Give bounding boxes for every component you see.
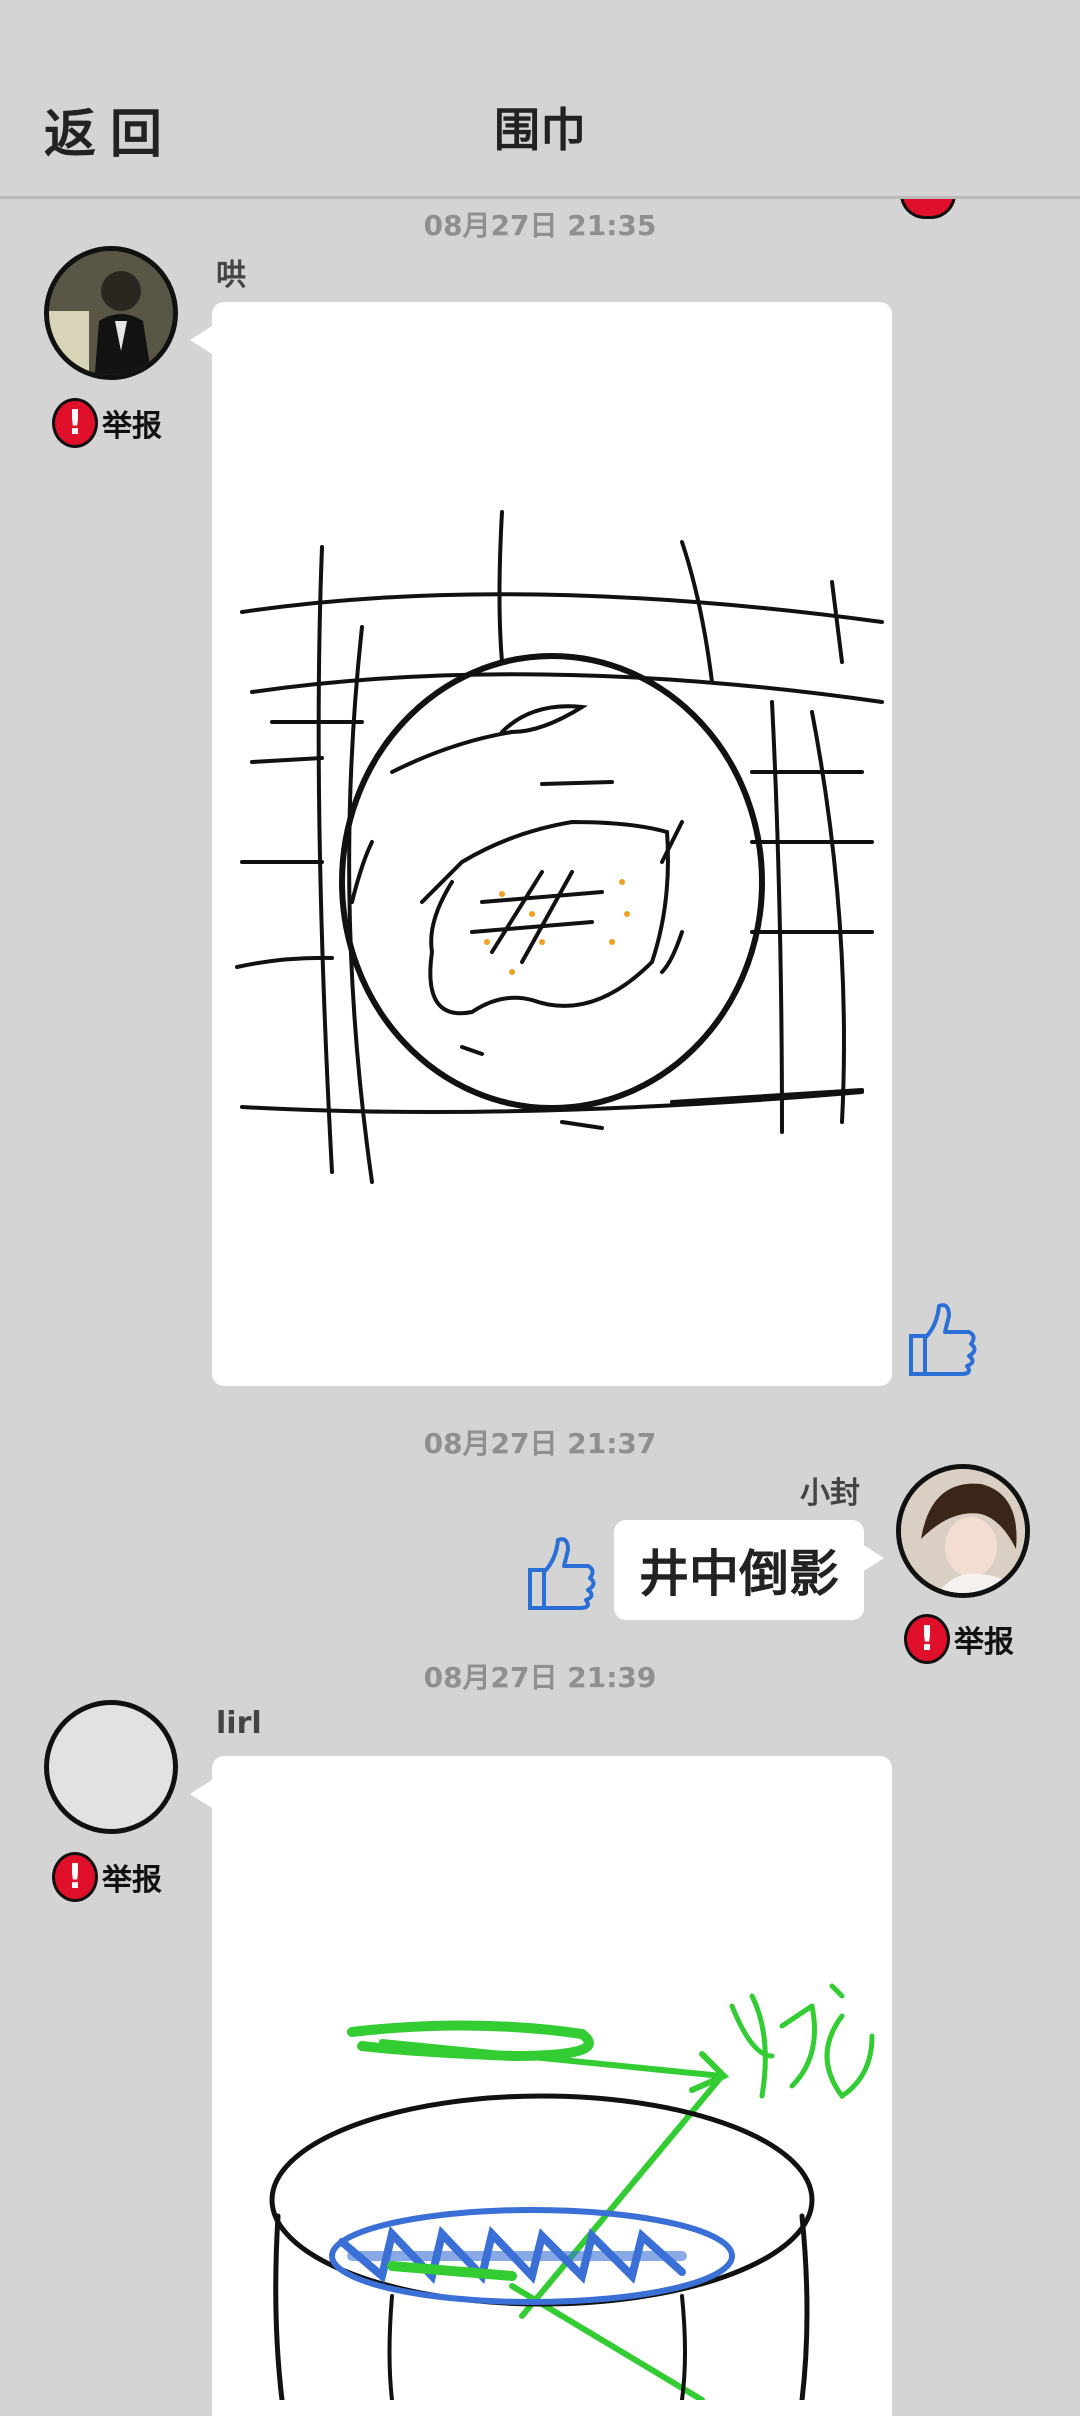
- thumbs-up-icon[interactable]: [905, 1296, 979, 1384]
- top-bar: 返回 围巾: [0, 0, 1080, 199]
- drawing-well: [235, 510, 884, 1184]
- report-button[interactable]: ! 举报: [52, 1852, 162, 1902]
- thumbs-up-icon[interactable]: [524, 1530, 598, 1618]
- bubble-tail: [862, 1544, 884, 1572]
- report-icon: !: [52, 398, 98, 448]
- drawing-bubble[interactable]: [212, 302, 892, 1386]
- timestamp: 08月27日 21:35: [423, 209, 657, 242]
- timestamp: 08月27日 21:37: [423, 1427, 657, 1460]
- timestamp: 08月27日 21:39: [423, 1661, 657, 1694]
- text-bubble[interactable]: 井中倒影: [614, 1520, 864, 1620]
- report-icon: !: [52, 1852, 98, 1902]
- avatar[interactable]: [44, 1700, 178, 1834]
- snake-well-drawing: [269, 1983, 875, 2403]
- bubble-tail: [190, 1780, 212, 1808]
- drawing-bubble[interactable]: [212, 1756, 892, 2416]
- bubble-tail: [190, 326, 212, 354]
- sender-name: lirl: [216, 1706, 262, 1741]
- avatar[interactable]: [896, 1464, 1030, 1598]
- page-title: 围巾: [494, 103, 586, 157]
- avatar[interactable]: [44, 246, 178, 380]
- report-button[interactable]: ! 举报: [52, 398, 162, 448]
- sender-name: 哄: [216, 258, 246, 293]
- sender-name: 小封: [800, 1476, 860, 1511]
